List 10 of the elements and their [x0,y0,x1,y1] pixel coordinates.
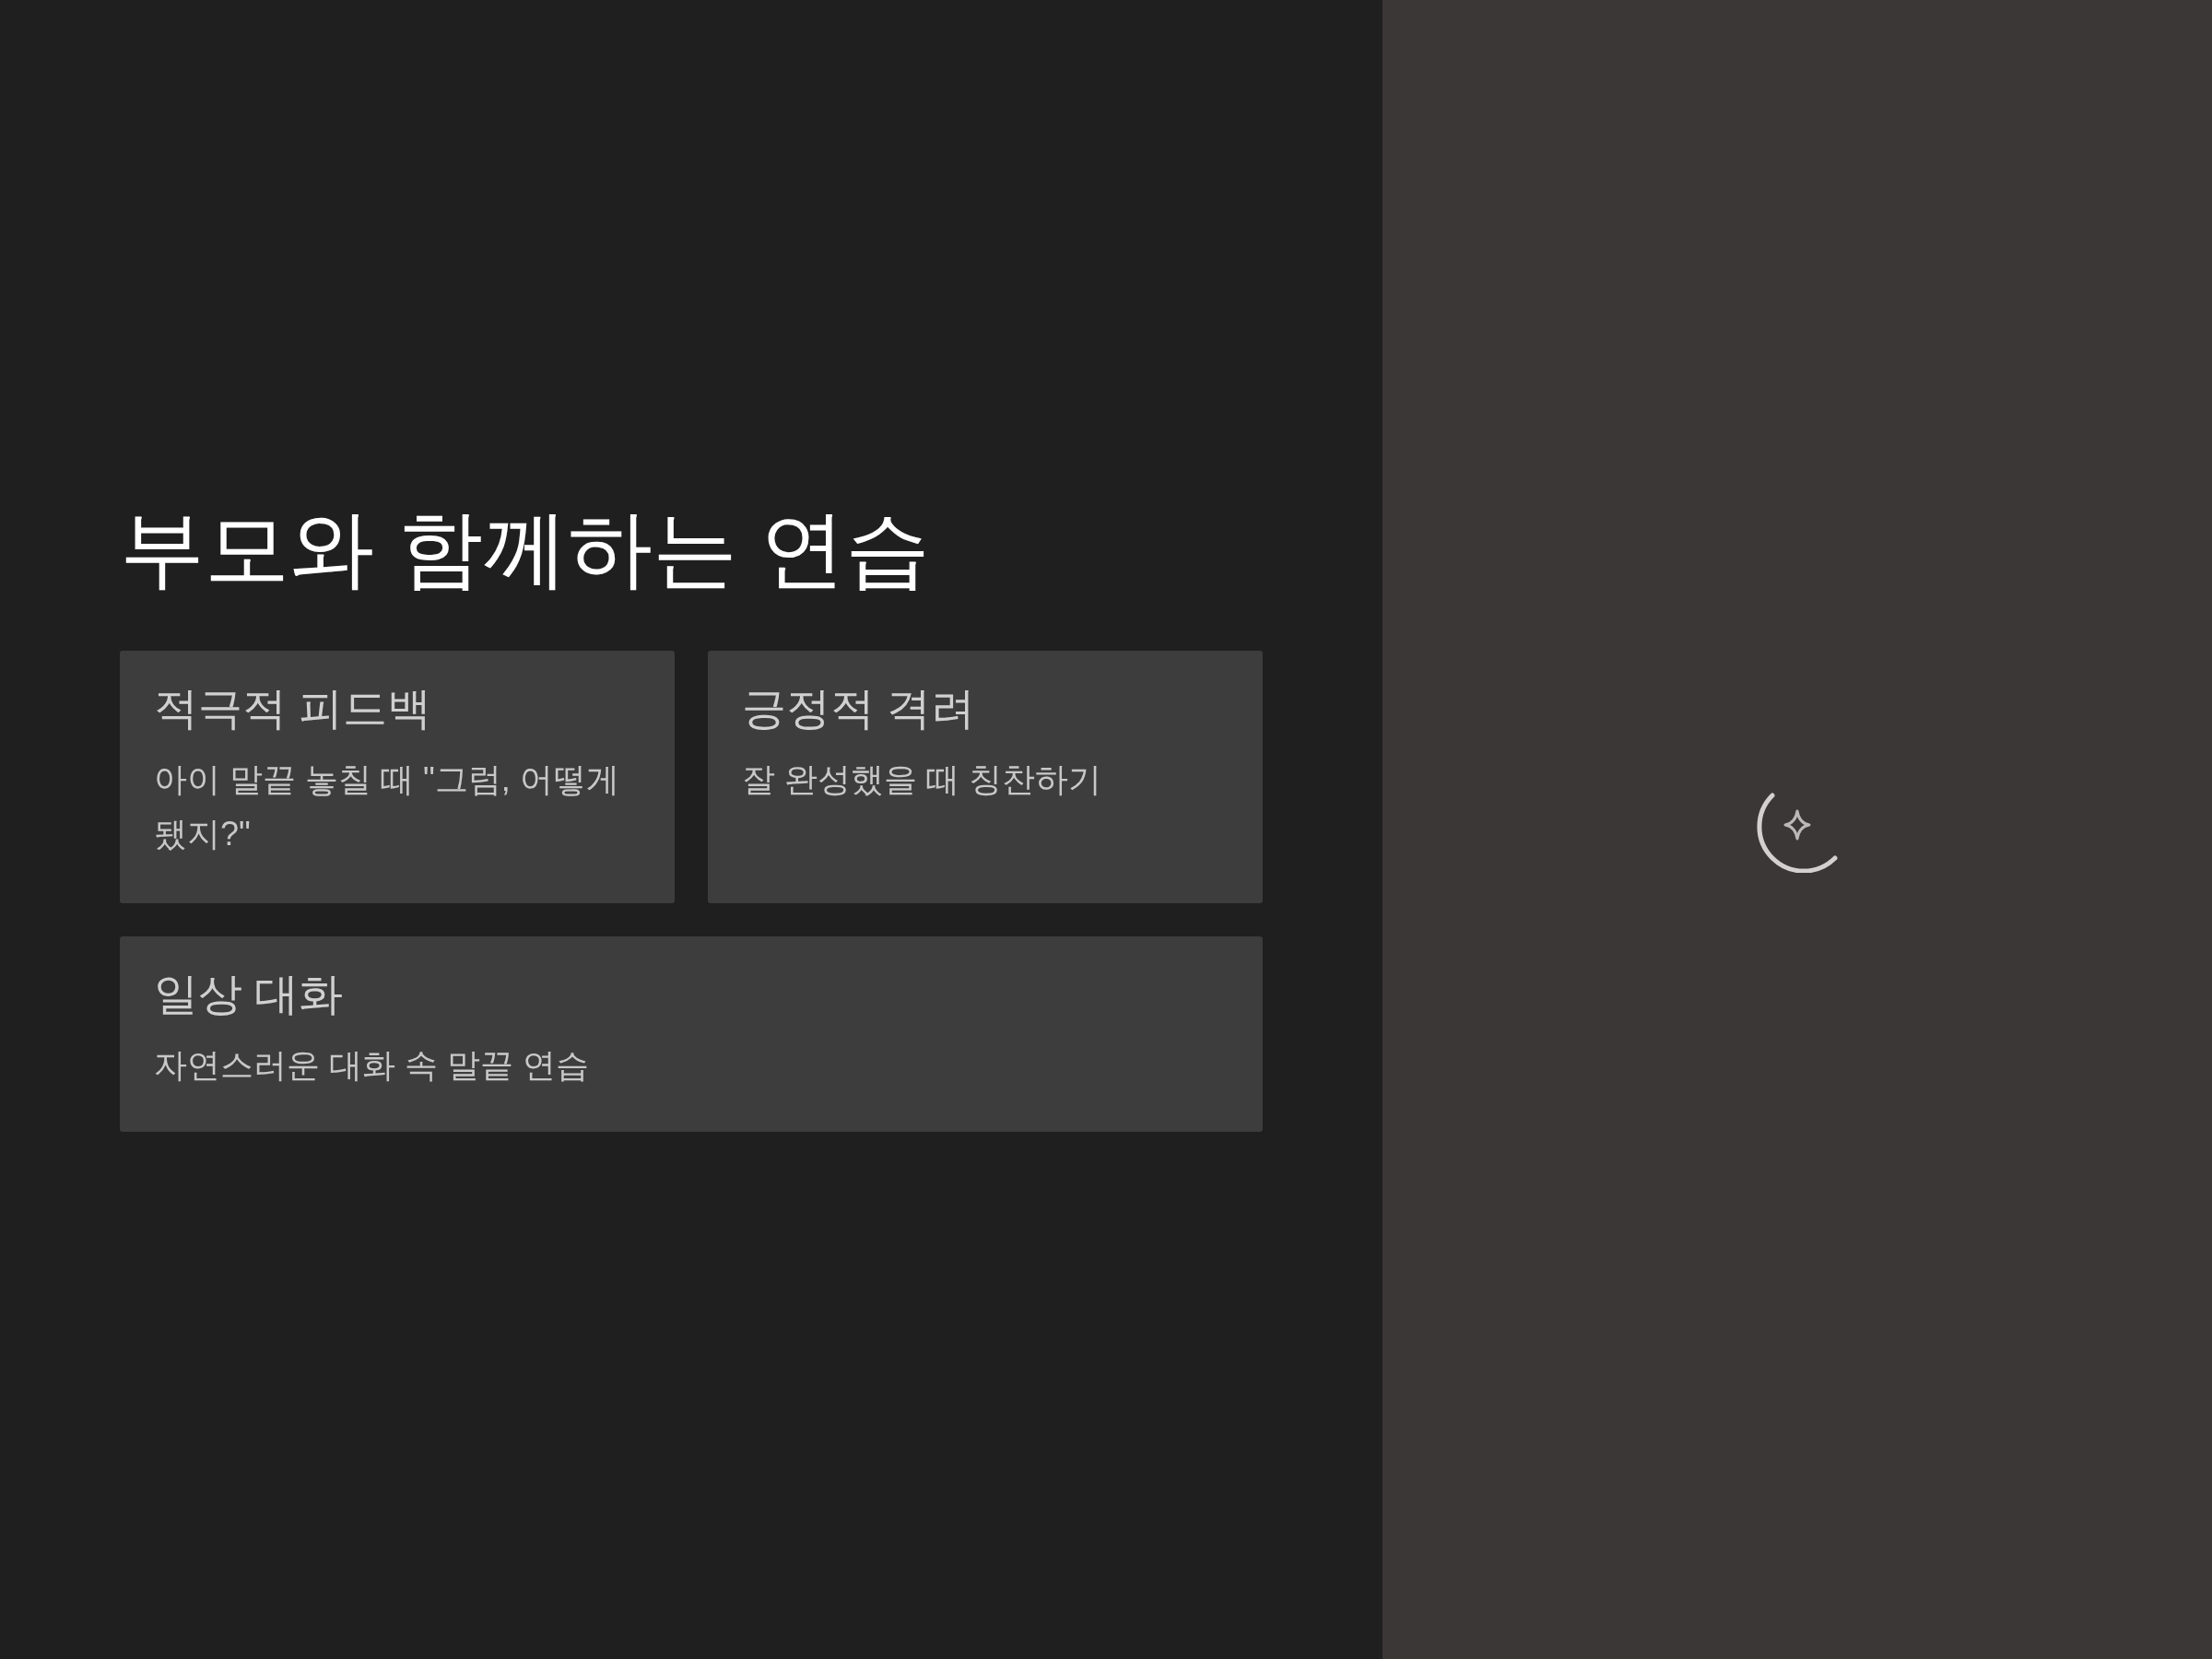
card-title: 긍정적 격려 [742,683,976,735]
card-description: 아이 말끝 놓칠 때 "그럼, 어떻게 됐지?" [154,759,620,855]
card-description: 자연스러운 대화 속 말끝 연습 [154,1045,590,1086]
page-title: 부모와 함께하는 연습 [120,500,931,597]
practice-card[interactable]: 긍정적 격려 잘 완성했을 때 칭찬하기 [708,651,1263,904]
card-title: 적극적 피드백 [154,683,432,735]
card-description: 잘 완성했을 때 칭찬하기 [742,759,1102,800]
card-title: 일상 대화 [154,969,344,1021]
practice-card[interactable]: 일상 대화 자연스러운 대화 속 말끝 연습 [120,936,1263,1133]
practice-card[interactable]: 적극적 피드백 아이 말끝 놓칠 때 "그럼, 어떻게 됐지?" [120,651,675,904]
